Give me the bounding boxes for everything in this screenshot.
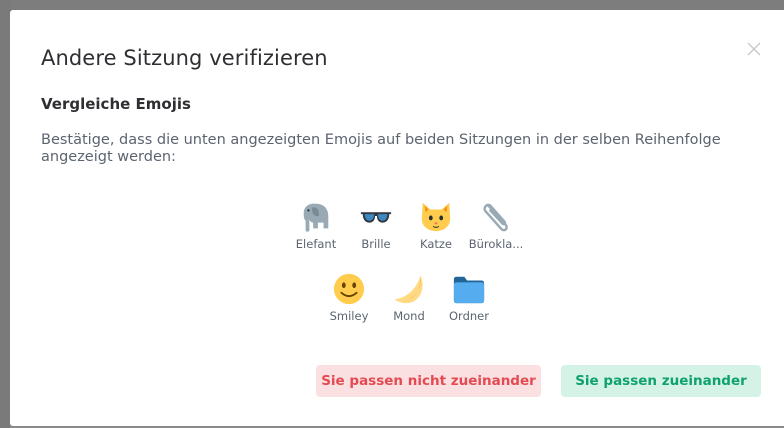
verification-dialog: Andere Sitzung verifizieren Vergleiche E…: [10, 10, 784, 426]
emoji-item: Ordner: [439, 272, 499, 323]
emoji-label: Mond: [393, 309, 425, 323]
emoji-row: Elefant Brille Katze Bürokla...: [286, 200, 526, 251]
cat-icon: [421, 202, 451, 232]
emoji-label: Elefant: [295, 237, 337, 251]
elephant-icon: [303, 203, 329, 232]
emoji-item: Elefant: [286, 200, 346, 251]
emoji-item: Mond: [379, 272, 439, 323]
emoji-label: Ordner: [449, 309, 489, 323]
emoji-row: Smiley Mond Ordner: [314, 272, 504, 323]
emoji-label: Smiley: [329, 309, 369, 323]
emoji-label: Bürokla...: [468, 237, 524, 251]
moon-icon: [394, 275, 423, 304]
description-text: Bestätige, dass die unten angezeigten Em…: [41, 132, 721, 165]
close-icon[interactable]: [745, 40, 763, 58]
paperclip-icon: [483, 203, 508, 232]
smiley-icon: [333, 273, 365, 305]
emoji-item: Smiley: [319, 272, 379, 323]
backdrop-edge: [0, 0, 10, 428]
mismatch-button[interactable]: Sie passen nicht zueinander: [316, 365, 541, 397]
emoji-item: Bürokla...: [466, 200, 526, 251]
section-heading: Vergleiche Emojis: [41, 95, 191, 113]
dialog-title: Andere Sitzung verifizieren: [41, 46, 328, 70]
emoji-label: Katze: [419, 237, 452, 251]
glasses-icon: [360, 212, 392, 223]
match-button[interactable]: Sie passen zueinander: [561, 365, 761, 397]
emoji-label: Brille: [361, 237, 391, 251]
emoji-item: Katze: [406, 200, 466, 251]
folder-icon: [453, 276, 485, 304]
emoji-item: Brille: [346, 200, 406, 251]
